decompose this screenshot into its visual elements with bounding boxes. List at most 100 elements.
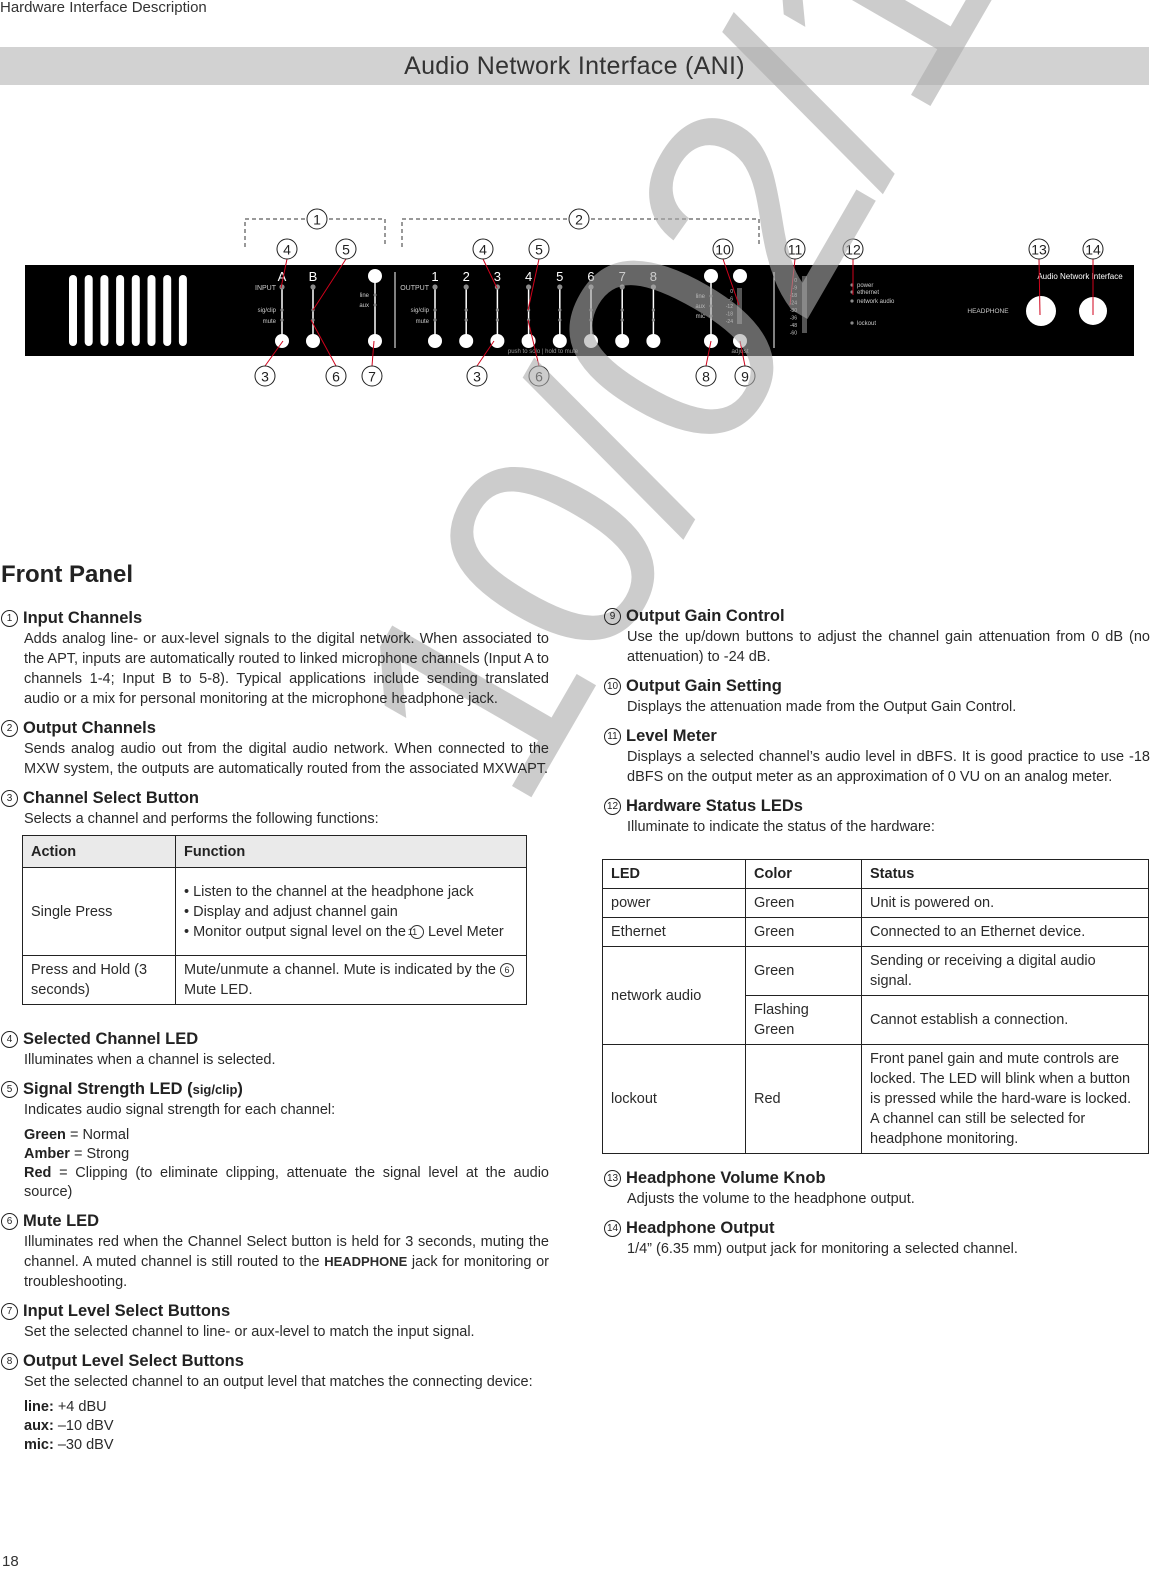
sigclip-label: sig/clip bbox=[411, 308, 430, 314]
sigclip-led bbox=[620, 308, 624, 312]
input-label: INPUT bbox=[255, 285, 277, 292]
meter-scale-label: 0 bbox=[794, 278, 797, 284]
action-cell: Single Press bbox=[22, 867, 176, 956]
led-cell: network audio bbox=[602, 946, 746, 1045]
callout-number: 4 bbox=[283, 242, 291, 258]
item-body: Set the selected channel to an output le… bbox=[24, 1374, 533, 1390]
item-body: Illuminates when a channel is selected. bbox=[24, 1052, 276, 1068]
table-header-row: LED Color Status bbox=[602, 859, 1149, 889]
vent-slot bbox=[163, 275, 172, 346]
level-option-label: mic bbox=[696, 314, 705, 320]
callout-number: 11 bbox=[408, 924, 424, 939]
color-cell: Red bbox=[745, 1044, 862, 1154]
callout-number: 8 bbox=[702, 369, 710, 385]
led-status-table: LED Color Status power Green Unit is pow… bbox=[602, 859, 1149, 1154]
mute-led bbox=[433, 318, 437, 322]
item-title: Mute LED bbox=[23, 1212, 100, 1230]
callout-number: 5 bbox=[1, 1081, 18, 1098]
level-entry: Green = Normal bbox=[24, 1127, 130, 1143]
front-panel-illustration: A BINPUTsig/clipmutelineaux1 2 3 4 5 6 7 8OUTPUT… bbox=[25, 208, 1134, 387]
level-entry: mic: –30 dBV bbox=[24, 1437, 114, 1453]
level-entry: line: +4 dBU bbox=[24, 1399, 107, 1415]
table-row: power Green Unit is powered on. bbox=[602, 888, 1149, 918]
item-title: Hardware Status LEDs bbox=[626, 797, 803, 815]
callout-number: 2 bbox=[1, 720, 18, 737]
sigclip-led bbox=[464, 308, 468, 312]
mute-led bbox=[620, 318, 624, 322]
item-body: Indicates audio signal strength for each… bbox=[24, 1102, 336, 1118]
level-option-label: line bbox=[696, 294, 706, 300]
item-body: Sends analog audio out from the digital … bbox=[24, 741, 549, 777]
item-body: 1/4” (6.35 mm) output jack for monitorin… bbox=[627, 1241, 1018, 1257]
item-signal-strength-led: 5 Signal Strength LED (sig/clip) Indicate… bbox=[1, 1079, 549, 1202]
level-option-label: aux bbox=[359, 303, 369, 309]
vent-slot bbox=[178, 275, 187, 346]
item-title: Selected Channel LED bbox=[23, 1030, 199, 1048]
meter-scale-label: -36 bbox=[790, 316, 797, 322]
selected-channel-led bbox=[619, 284, 625, 290]
selected-channel-led bbox=[588, 284, 594, 290]
callout-number: 4 bbox=[479, 242, 487, 258]
page-title: Audio Network Interface (ANI) bbox=[0, 47, 1149, 85]
status-led bbox=[850, 299, 854, 303]
item-title: Output Gain Control bbox=[626, 607, 785, 625]
callout-number: 12 bbox=[845, 242, 861, 258]
selected-channel-led bbox=[557, 284, 563, 290]
item-output-gain-control: 9 Output Gain Control Use the up/down but… bbox=[604, 606, 1150, 667]
callout-number: 9 bbox=[741, 369, 749, 385]
output-channel-label: 3 bbox=[494, 269, 501, 284]
headphone-volume-knob bbox=[1026, 296, 1056, 326]
callout-number: 9 bbox=[604, 608, 621, 625]
meter-scale-label: -9 bbox=[793, 286, 798, 292]
function-cell: • Listen to the channel at the headphone… bbox=[175, 867, 527, 956]
mute-label: mute bbox=[263, 319, 277, 325]
running-header: Hardware Interface Description bbox=[0, 0, 207, 16]
item-body: Illuminates red when the Channel Select … bbox=[24, 1234, 549, 1290]
level-entry: Amber = Strong bbox=[24, 1146, 130, 1162]
level-entry: aux: –10 dBV bbox=[24, 1418, 114, 1434]
vent-slot bbox=[100, 275, 109, 346]
item-level-meter: 11 Level Meter Displays a selected channe… bbox=[604, 726, 1150, 787]
gain-scale-label: -6 bbox=[729, 297, 734, 303]
status-led bbox=[850, 321, 854, 325]
status-led-label: ethernet bbox=[857, 290, 879, 296]
status-cell: Cannot establish a connection. bbox=[861, 995, 1149, 1045]
callout-number: 14 bbox=[604, 1220, 621, 1237]
function-bullet: • Listen to the channel at the headphone… bbox=[184, 883, 474, 900]
item-title: Signal Strength LED ( bbox=[23, 1080, 193, 1098]
level-meter-bar bbox=[802, 276, 807, 333]
mute-led bbox=[589, 318, 593, 322]
callout-number: 11 bbox=[604, 728, 621, 745]
led-indicator bbox=[709, 304, 713, 308]
led-indicator bbox=[373, 293, 377, 297]
led-indicator bbox=[373, 303, 377, 307]
item-title: Headphone Output bbox=[626, 1219, 775, 1237]
item-channel-select-button: 3 Channel Select Button Selects a channel… bbox=[1, 788, 549, 1005]
callout-number: 6 bbox=[499, 963, 514, 977]
output-channel-label: 1 bbox=[431, 269, 438, 284]
led-cell: lockout bbox=[602, 1044, 746, 1154]
item-body: Adjusts the volume to the headphone outp… bbox=[627, 1191, 915, 1207]
function-cell: Mute/unmute a channel. Mute is indicated… bbox=[175, 955, 527, 1005]
channel-select-button bbox=[615, 334, 630, 348]
callout-number: 2 bbox=[575, 212, 583, 228]
item-title: Channel Select Button bbox=[23, 789, 200, 807]
vent-slot bbox=[84, 275, 93, 346]
item-title: Output Gain Setting bbox=[626, 677, 782, 695]
sigclip-led bbox=[589, 308, 593, 312]
table-row: lockout Red Front panel gain and mute co… bbox=[602, 1044, 1149, 1154]
gain-scale-label: -12 bbox=[726, 304, 733, 310]
color-cell: Green bbox=[745, 917, 862, 947]
item-body: Displays the attenuation made from the O… bbox=[627, 699, 1017, 715]
callout-number: 3 bbox=[1, 790, 18, 807]
led-cell: Ethernet bbox=[602, 917, 746, 947]
column-header: Color bbox=[745, 859, 862, 889]
callout-number: 4 bbox=[1, 1031, 18, 1048]
callout-number: 6 bbox=[1, 1213, 18, 1230]
item-output-channels: 2 Output Channels Sends analog audio out … bbox=[1, 718, 549, 779]
sigclip-led bbox=[280, 308, 284, 312]
mute-led bbox=[464, 318, 468, 322]
channel-select-button bbox=[490, 334, 505, 348]
item-body: Selects a channel and performs the follo… bbox=[24, 811, 379, 827]
function-bullet: • Display and adjust channel gain bbox=[184, 903, 398, 920]
